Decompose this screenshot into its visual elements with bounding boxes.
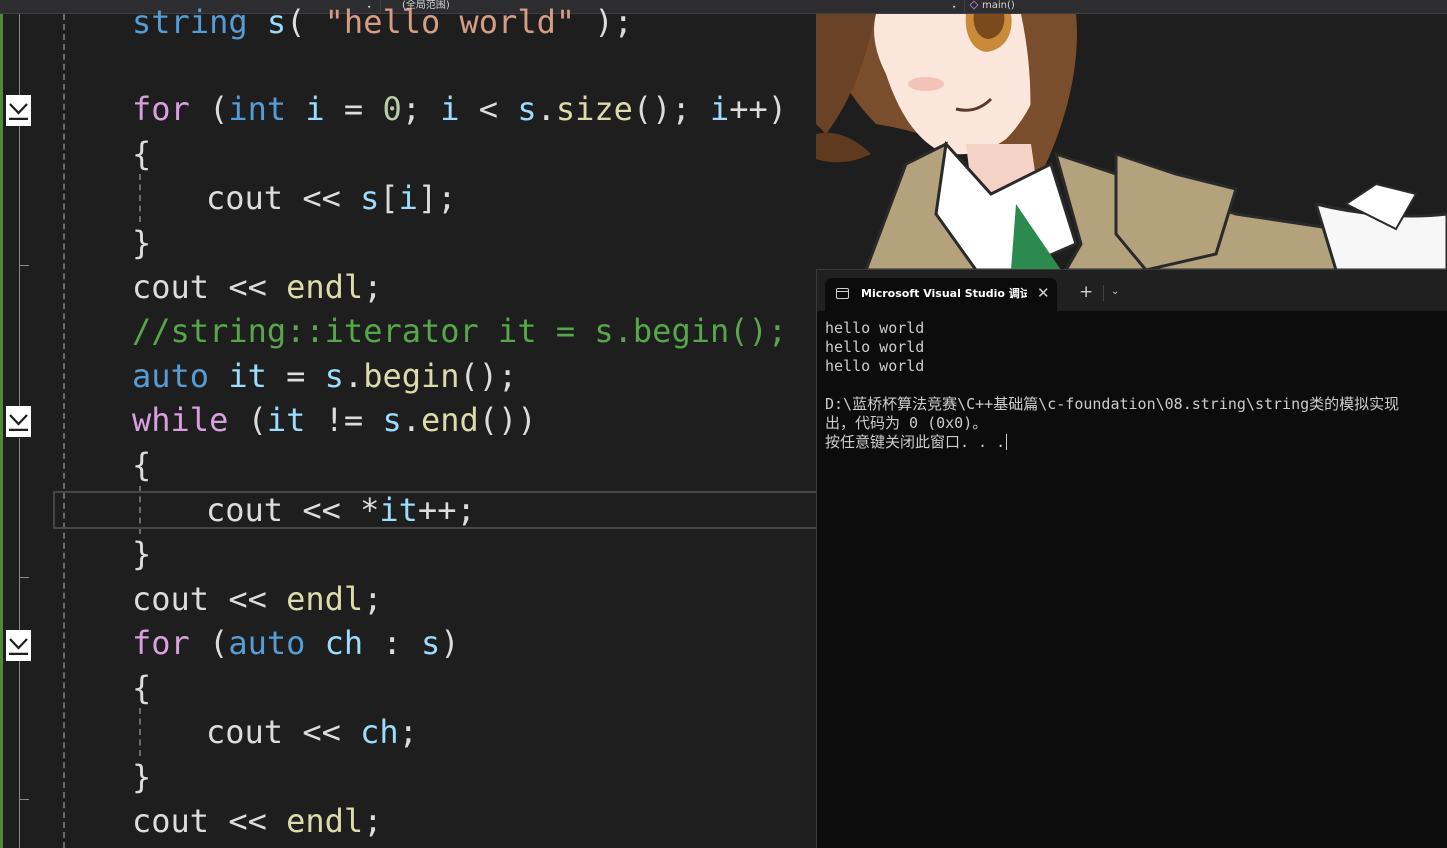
collapse-while-loop-button[interactable] xyxy=(6,406,31,437)
code-line[interactable]: for (auto ch : s) xyxy=(132,621,460,665)
console-output-line: D:\蓝桥杯算法竞赛\C++基础篇\c-foundation\08.string… xyxy=(825,395,1400,413)
code-line[interactable]: { xyxy=(132,132,151,176)
console-output-line: 出，代码为 0 (0x0)。 xyxy=(825,414,988,432)
console-tab-bar: Microsoft Visual Studio 调试控制台 ✕ + ⌄ xyxy=(817,270,1447,311)
collapse-range-for-button[interactable] xyxy=(6,630,31,661)
member-label: main() xyxy=(982,0,1015,11)
code-line[interactable]: while (it != s.end()) xyxy=(132,398,537,442)
console-output-line: hello world xyxy=(825,338,925,356)
code-line[interactable]: auto it = s.begin(); xyxy=(132,354,517,398)
code-line[interactable]: } xyxy=(132,221,151,265)
chevron-down-icon xyxy=(9,638,28,655)
scope-dropdown-arrow-icon[interactable]: ▾ xyxy=(952,1,956,13)
fold-guide-end xyxy=(19,799,29,800)
background-illustration xyxy=(816,14,1447,270)
code-line[interactable]: cout << ch; xyxy=(206,710,418,754)
code-line[interactable]: { xyxy=(132,666,151,710)
indent-guide xyxy=(139,174,141,222)
console-prompt-line: 按任意键关闭此窗口. . . xyxy=(825,433,1008,451)
indent-guide xyxy=(139,708,141,756)
collapse-for-loop-button[interactable] xyxy=(6,95,31,126)
code-line[interactable]: for (int i = 0; i < s.size(); i++) xyxy=(132,87,787,131)
fold-guide xyxy=(19,438,20,578)
code-line-current[interactable]: cout << *it++; xyxy=(206,488,476,532)
console-output-line: hello world xyxy=(825,357,925,375)
new-tab-button[interactable]: + xyxy=(1079,283,1093,301)
code-line[interactable]: } xyxy=(132,755,151,799)
fold-guide xyxy=(19,14,20,266)
chevron-down-icon xyxy=(9,103,28,120)
code-line[interactable]: } xyxy=(132,532,151,576)
chevron-down-icon xyxy=(9,414,28,431)
code-line[interactable]: cout << s[i]; xyxy=(206,176,456,220)
member-dropdown[interactable]: main() xyxy=(969,0,1015,14)
console-tab[interactable]: Microsoft Visual Studio 调试控制台 ✕ xyxy=(825,278,1057,311)
code-line[interactable]: string s( "hello world" ); xyxy=(132,0,633,44)
console-output-line: hello world xyxy=(825,319,925,337)
change-indicator-bar xyxy=(0,14,3,848)
chevron-down-icon[interactable]: ⌄ xyxy=(1111,284,1119,300)
text-cursor xyxy=(1006,434,1008,450)
cube-icon xyxy=(969,0,979,10)
fold-guide xyxy=(19,661,20,848)
close-icon[interactable]: ✕ xyxy=(1037,284,1050,302)
code-line[interactable]: cout << endl; xyxy=(132,577,382,621)
code-line[interactable]: cout << endl; xyxy=(132,265,382,309)
indent-guide xyxy=(63,14,65,848)
debug-console-window[interactable]: Microsoft Visual Studio 调试控制台 ✕ + ⌄ hell… xyxy=(816,269,1447,848)
terminal-icon xyxy=(836,288,849,299)
fold-guide-end xyxy=(19,265,29,266)
code-comment[interactable]: //string::iterator it = s.begin(); xyxy=(132,309,787,353)
code-line[interactable]: cout << endl; xyxy=(132,799,382,843)
fold-guide-end xyxy=(19,577,29,578)
code-line[interactable]: { xyxy=(132,443,151,487)
fold-guide xyxy=(19,266,20,408)
fold-guide xyxy=(19,578,20,630)
console-tab-title: Microsoft Visual Studio 调试控制台 xyxy=(861,287,1027,300)
